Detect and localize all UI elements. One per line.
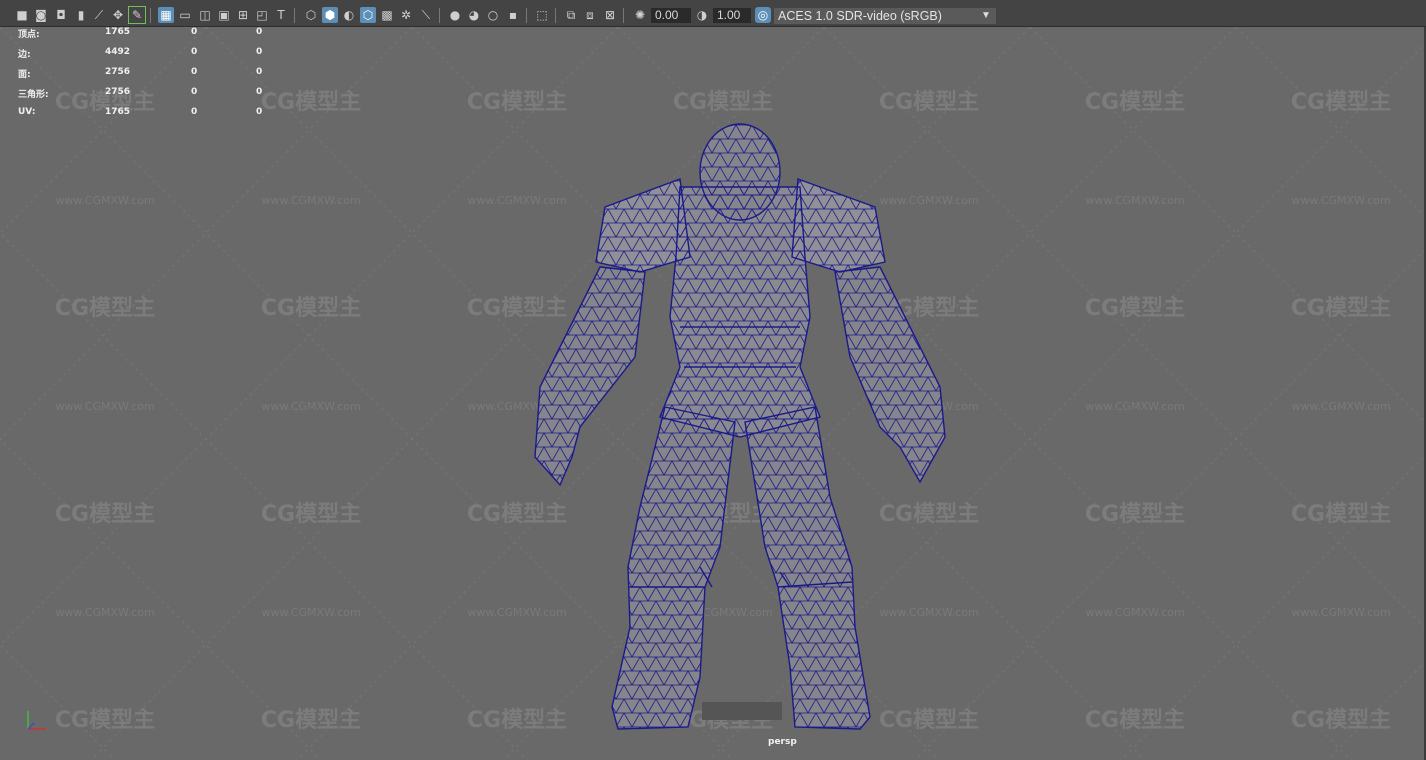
exposure-field[interactable]: 0.00	[651, 8, 691, 23]
color-space-select[interactable]: ACES 1.0 SDR-video (sRGB) ▼	[774, 8, 996, 24]
bookmark-camera-icon[interactable]: ◘	[53, 7, 69, 23]
gamma-icon[interactable]: ◑	[694, 7, 710, 23]
resolution-gate-icon[interactable]: ◫	[197, 7, 213, 23]
xray-icon[interactable]: ⧉	[563, 7, 579, 23]
isolate-select-icon[interactable]: ⬚	[534, 7, 550, 23]
textured-icon[interactable]: ▩	[379, 7, 395, 23]
safe-action-icon[interactable]: ◰	[254, 7, 270, 23]
anti-aliasing-icon[interactable]: ○	[485, 7, 501, 23]
chevron-down-icon[interactable]: ▼	[978, 8, 994, 24]
wireframe-on-shaded-icon[interactable]: ⬡	[360, 7, 376, 23]
image-plane-icon[interactable]: ⟋	[91, 7, 107, 23]
axis-gizmo	[27, 711, 46, 730]
select-camera-icon[interactable]: ■	[14, 7, 30, 23]
depth-of-field-icon[interactable]: ▪	[505, 7, 521, 23]
camera-attributes-icon[interactable]: ◙	[33, 7, 49, 23]
character-model[interactable]	[0, 27, 1426, 760]
toolbar-separator	[150, 8, 151, 23]
xray-active-icon[interactable]: ⊠	[602, 7, 618, 23]
camera-name-label: persp	[768, 737, 797, 747]
perspective-viewport[interactable]: CG模型主 CG模型主 CG模型主 CG模型主 www.CGMXW.com www.CGM…	[0, 27, 1426, 760]
move-tool-icon[interactable]: ✥	[110, 7, 126, 23]
toolbar-separator	[294, 8, 295, 23]
gate-mask-icon[interactable]: ▣	[216, 7, 232, 23]
exposure-icon[interactable]: ✺	[632, 7, 648, 23]
safe-title-icon[interactable]: T	[273, 7, 289, 23]
toolbar-separator	[555, 8, 556, 23]
lighting-icon[interactable]: ✲	[398, 7, 414, 23]
field-chart-icon[interactable]: ⊞	[235, 7, 251, 23]
gamma-field[interactable]: 1.00	[713, 8, 751, 23]
color-management-icon[interactable]: ◎	[755, 7, 771, 23]
xray-joints-icon[interactable]: ⧈	[582, 7, 598, 23]
mesh-wireframe	[534, 123, 946, 730]
toolbar-separator	[526, 8, 527, 23]
motion-blur-icon[interactable]: ◕	[466, 7, 482, 23]
color-space-label: ACES 1.0 SDR-video (sRGB)	[778, 9, 942, 23]
shadows-icon[interactable]: ⟍	[418, 7, 434, 23]
film-gate-icon[interactable]: ▭	[177, 7, 193, 23]
toolbar-separator	[623, 8, 624, 23]
wireframe-icon[interactable]: ⬡	[303, 7, 319, 23]
ground-shadow	[702, 702, 782, 720]
default-material-icon[interactable]: ◐	[341, 7, 357, 23]
grid-icon[interactable]: ▦	[158, 7, 174, 23]
viewport-toolbar: ■ ◙ ◘ ▮ ⟋ ✥ ✎ ▦ ▭ ◫ ▣ ⊞ ◰ T ⬡ ⬢ ◐ ⬡ ▩ ✲ …	[0, 5, 1426, 27]
bookmark-icon[interactable]: ▮	[73, 7, 89, 23]
smooth-shade-icon[interactable]: ⬢	[322, 7, 338, 23]
grease-pencil-icon[interactable]: ✎	[128, 6, 146, 24]
toolbar-separator	[439, 8, 440, 23]
screen-space-ao-icon[interactable]: ●	[447, 7, 463, 23]
